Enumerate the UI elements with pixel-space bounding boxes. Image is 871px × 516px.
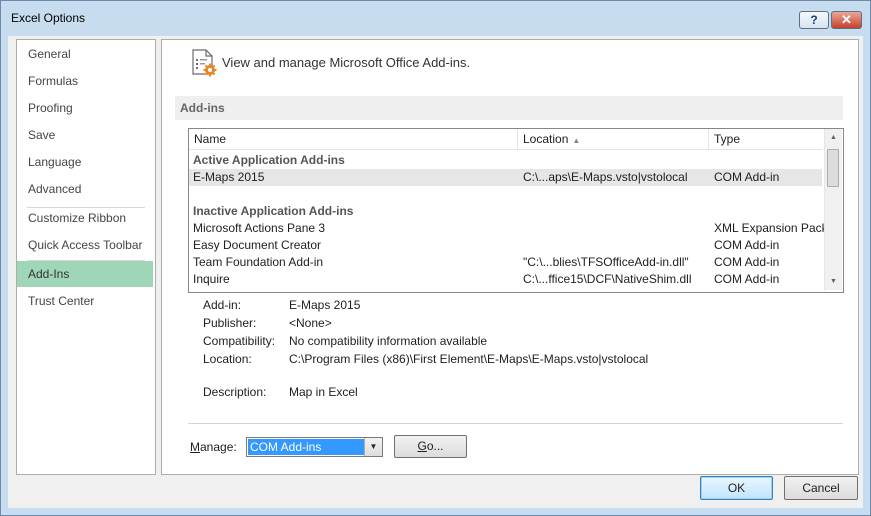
go-button[interactable]: Go... [394,435,467,458]
nav-item-advanced[interactable]: Advanced [17,176,153,202]
column-header-type[interactable]: Type [709,129,822,150]
panel-heading: View and manage Microsoft Office Add-ins… [222,55,471,70]
scroll-down-icon[interactable]: ▼ [825,273,842,290]
addin-name: Microsoft Actions Pane 3 [193,221,326,235]
addin-type: XML Expansion Pack [714,221,824,235]
nav-item-language[interactable]: Language [17,149,153,175]
detail-addin-value: E-Maps 2015 [289,298,361,312]
list-row-team-foundation[interactable]: Team Foundation Add-in "C:\...blies\TFSO… [189,254,822,271]
go-accel: G [417,439,427,453]
chevron-down-icon[interactable]: ▼ [364,438,382,456]
dialog-title: Excel Options [11,11,86,25]
detail-compatibility-value: No compatibility information available [289,334,488,348]
group-header-active: Active Application Add-ins [189,152,822,169]
detail-location-value: C:\Program Files (x86)\First Element\E-M… [289,352,649,366]
close-button[interactable]: ✕ [831,11,862,29]
scroll-thumb[interactable] [827,149,839,187]
nav-item-save[interactable]: Save [17,122,153,148]
manage-selected-value: COM Add-ins [248,439,364,455]
addin-location: C:\...ffice15\DCF\NativeShim.dll [523,272,692,286]
section-label: Add-ins [180,101,225,115]
nav-item-general[interactable]: General [17,41,153,67]
detail-publisher-value: <None> [289,316,332,330]
detail-description-value: Map in Excel [289,385,358,399]
addin-type: COM Add-in [714,255,780,269]
group-header-inactive: Inactive Application Add-ins [189,203,822,220]
excel-options-dialog: Excel Options ? ✕ General Formulas Proof… [0,0,871,516]
list-row-e-maps[interactable]: E-Maps 2015 C:\...aps\E-Maps.vsto|vstolo… [189,169,822,186]
go-label-rest: o... [426,439,444,453]
addin-name: E-Maps 2015 [193,170,265,184]
detail-publisher-label: Publisher: [203,316,257,330]
detail-location-label: Location: [203,352,252,366]
column-location-label: Location [523,132,569,146]
category-nav: General Formulas Proofing Save Language … [16,39,156,475]
column-name-label: Name [194,132,227,146]
divider [188,423,843,424]
add-ins-panel: View and manage Microsoft Office Add-ins… [161,39,859,475]
column-header-name[interactable]: Name [189,129,518,150]
ok-button[interactable]: OK [700,476,773,500]
nav-item-quick-access-toolbar[interactable]: Quick Access Toolbar [17,232,153,258]
addin-name: Team Foundation Add-in [193,255,324,269]
help-button[interactable]: ? [799,11,829,29]
group-label: Inactive Application Add-ins [193,204,354,218]
section-header: Add-ins [175,96,843,120]
addin-type: COM Add-in [714,170,780,184]
detail-compatibility-label: Compatibility: [203,334,276,348]
addin-location: "C:\...blies\TFSOfficeAdd-in.dll" [523,255,689,269]
addin-type: COM Add-in [714,238,780,252]
dialog-client: General Formulas Proofing Save Language … [8,36,863,508]
close-icon: ✕ [841,12,852,27]
addin-name: Inquire [193,272,230,286]
nav-item-customize-ribbon[interactable]: Customize Ribbon [17,205,153,231]
detail-addin-label: Add-in: [203,298,242,312]
list-row-actions-pane[interactable]: Microsoft Actions Pane 3 XML Expansion P… [189,220,824,237]
manage-dropdown[interactable]: COM Add-ins ▼ [246,437,383,457]
list-row-easy-document-creator[interactable]: Easy Document Creator COM Add-in [189,237,822,254]
nav-item-proofing[interactable]: Proofing [17,95,153,121]
detail-description-label: Description: [203,385,267,399]
addin-type: COM Add-in [714,272,780,286]
title-bar: Excel Options ? ✕ [1,1,870,36]
list-row-inquire[interactable]: Inquire C:\...ffice15\DCF\NativeShim.dll… [189,271,822,288]
list-scrollbar[interactable]: ▲ ▼ [824,129,842,290]
help-icon: ? [810,13,818,27]
add-ins-list[interactable]: Name Location ▲ Type Active Application A… [188,128,844,293]
addin-name: Easy Document Creator [193,238,322,252]
scroll-up-icon[interactable]: ▲ [825,129,842,146]
manage-accel: M [190,440,200,454]
column-header-location[interactable]: Location ▲ [518,129,709,150]
manage-label-rest: anage: [200,440,237,454]
addin-location: C:\...aps\E-Maps.vsto|vstolocal [523,170,688,184]
column-type-label: Type [714,132,741,146]
group-label: Active Application Add-ins [193,153,345,167]
addins-gear-icon [192,49,217,77]
cancel-button[interactable]: Cancel [784,476,858,500]
nav-item-add-ins[interactable]: Add-Ins [17,261,153,287]
nav-item-trust-center[interactable]: Trust Center [17,288,153,314]
manage-label: Manage: [190,440,237,454]
sort-ascending-icon: ▲ [572,136,581,145]
nav-item-formulas[interactable]: Formulas [17,68,153,94]
